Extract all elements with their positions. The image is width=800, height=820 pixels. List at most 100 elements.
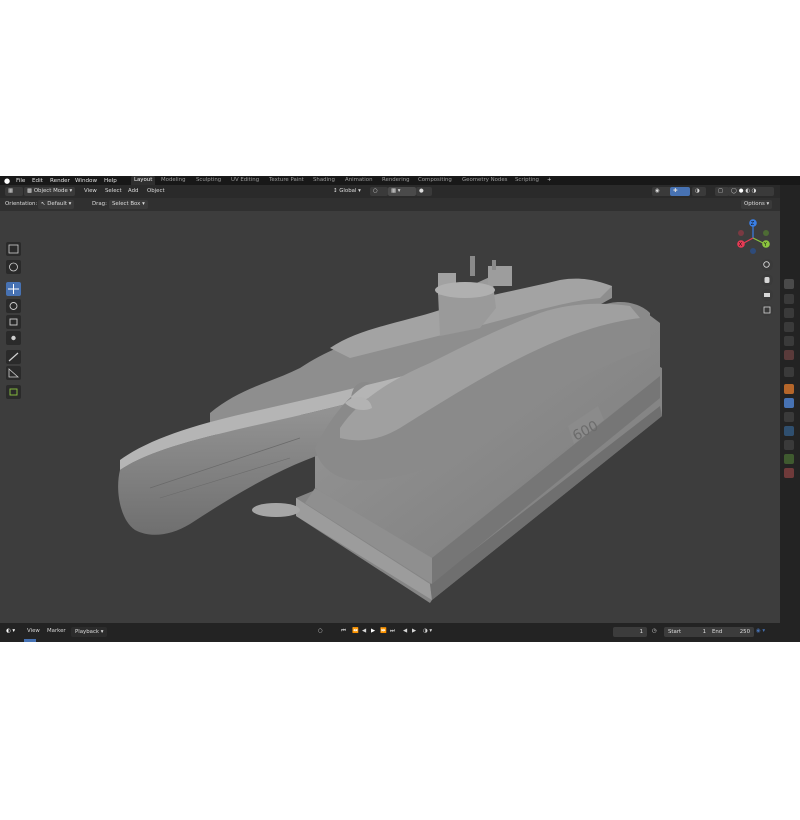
jump-start-icon[interactable]: ⏮ <box>341 627 346 636</box>
tab-compositing[interactable]: Compositing <box>415 176 455 185</box>
rendered-shading-icon[interactable]: ◑ <box>752 188 757 194</box>
collection-tab-icon[interactable] <box>784 367 794 377</box>
keying-set-icon[interactable]: ◑ ▾ <box>423 627 432 636</box>
tab-modeling[interactable]: Modeling <box>158 176 189 185</box>
timeline-header: ◐ ▾ View Marker Playback ▾ ○ ⏮ ⏪ ◀ ▶ ⏩ ⏭… <box>0 623 780 642</box>
playback-dropdown[interactable]: Playback ▾ <box>71 627 108 637</box>
transform-orientation-label: Global <box>339 188 357 194</box>
menu-window[interactable]: Window <box>75 177 97 185</box>
scale-tool[interactable] <box>6 315 21 329</box>
tab-animation[interactable]: Animation <box>342 176 375 185</box>
options-dropdown[interactable]: Options ▾ <box>741 200 773 209</box>
end-frame-field[interactable]: End 250 <box>708 627 754 637</box>
proportional-edit-icon[interactable]: ● <box>416 187 432 196</box>
measure-tool[interactable] <box>6 366 21 380</box>
object-properties-tab-icon[interactable] <box>784 384 794 394</box>
keyframe-next-icon[interactable]: ▶ <box>412 627 416 636</box>
tab-uv-editing[interactable]: UV Editing <box>228 176 262 185</box>
navigation-gizmo[interactable]: Z Y X <box>733 218 773 258</box>
select-menu[interactable]: Select <box>105 187 122 196</box>
jump-next-key-icon[interactable]: ⏩ <box>380 627 387 636</box>
hand-icon <box>764 277 770 283</box>
add-menu[interactable]: Add <box>128 187 138 196</box>
physics-tab-icon[interactable] <box>784 426 794 436</box>
timeline-options-icon[interactable]: ◉ ▾ <box>756 627 765 636</box>
ortho-toggle-button[interactable] <box>761 304 773 316</box>
jump-end-icon[interactable]: ⏭ <box>390 627 395 636</box>
3d-viewport[interactable]: 600 Z Y X <box>0 198 780 623</box>
cursor-tool[interactable] <box>6 260 21 274</box>
marker-menu[interactable]: Marker <box>47 627 66 636</box>
object-mode-icon: ▩ <box>27 188 34 194</box>
options-label: Options <box>744 201 765 207</box>
shading-modes[interactable]: ◯ ● ◐ ◑ <box>728 187 774 196</box>
playhead-marker[interactable] <box>24 639 36 642</box>
tool-properties-tab-icon[interactable] <box>784 279 794 289</box>
modifier-tab-icon[interactable] <box>784 398 794 408</box>
drag-select[interactable]: Select Box ▾ <box>109 200 148 209</box>
play-icon[interactable]: ▶ <box>371 627 375 636</box>
camera-icon <box>764 293 770 297</box>
menu-edit[interactable]: Edit <box>32 177 43 185</box>
zoom-button[interactable] <box>761 259 773 271</box>
keyframe-prev-icon[interactable]: ◀ <box>403 627 407 636</box>
tab-sculpting[interactable]: Sculpting <box>193 176 224 185</box>
jump-prev-key-icon[interactable]: ⏪ <box>352 627 359 636</box>
menu-file[interactable]: File <box>16 177 25 185</box>
play-reverse-icon[interactable]: ◀ <box>362 627 366 636</box>
add-workspace-button[interactable]: + <box>544 176 555 185</box>
constraints-tab-icon[interactable] <box>784 440 794 450</box>
menu-help[interactable]: Help <box>104 177 117 185</box>
add-cube-tool[interactable] <box>6 385 21 399</box>
tab-shading[interactable]: Shading <box>310 176 338 185</box>
timeline-view-menu[interactable]: View <box>27 627 40 636</box>
current-frame-field[interactable]: 1 <box>613 627 647 637</box>
tab-scripting[interactable]: Scripting <box>512 176 542 185</box>
material-shading-icon[interactable]: ◐ <box>745 188 750 194</box>
transform-tool[interactable] <box>6 331 21 345</box>
select-tool[interactable] <box>6 242 21 256</box>
tab-layout[interactable]: Layout <box>131 176 156 185</box>
end-label: End <box>712 629 723 635</box>
orientation-select[interactable]: ↖ Default ▾ <box>38 200 75 209</box>
blender-logo-icon[interactable]: ● <box>4 177 10 185</box>
gizmo-z-label: Z <box>751 221 755 227</box>
solid-shading-icon[interactable]: ● <box>739 188 744 194</box>
tab-texture-paint[interactable]: Texture Paint <box>266 176 307 185</box>
transform-orientation-select[interactable]: ↕ Global ▾ <box>330 187 364 196</box>
render-properties-tab-icon[interactable] <box>784 294 794 304</box>
camera-view-button[interactable] <box>761 289 773 301</box>
mode-select[interactable]: ▩ Object Mode ▾ <box>24 187 76 196</box>
data-tab-icon[interactable] <box>784 454 794 464</box>
start-frame-field[interactable]: Start 1 <box>664 627 710 637</box>
overlay-icon[interactable]: ◑ <box>692 187 706 196</box>
cube-icon <box>9 388 18 396</box>
annotate-tool[interactable] <box>6 350 21 364</box>
editor-type-icon[interactable]: ▦ <box>5 187 23 196</box>
gizmo-toggle-icon[interactable]: ✚ <box>670 187 690 196</box>
visibility-icon[interactable]: ◉ <box>652 187 672 196</box>
wireframe-shading-icon[interactable]: ◯ <box>731 188 737 194</box>
object-menu[interactable]: Object <box>147 187 165 196</box>
view-menu[interactable]: View <box>84 187 97 196</box>
view-layer-tab-icon[interactable] <box>784 322 794 332</box>
preview-range-icon[interactable]: ◷ <box>652 627 657 636</box>
grid-icon <box>763 306 771 314</box>
tab-geometry-nodes[interactable]: Geometry Nodes <box>459 176 510 185</box>
timeline-editor-icon[interactable]: ◐ ▾ <box>6 627 15 636</box>
pan-button[interactable] <box>761 274 773 286</box>
move-tool[interactable] <box>6 282 21 296</box>
output-properties-tab-icon[interactable] <box>784 308 794 318</box>
snap-toggle-icon[interactable]: ▦ ▾ <box>388 187 416 196</box>
particles-tab-icon[interactable] <box>784 412 794 422</box>
menu-render[interactable]: Render <box>50 177 70 185</box>
tab-rendering[interactable]: Rendering <box>379 176 413 185</box>
scene-properties-tab-icon[interactable] <box>784 336 794 346</box>
auto-keying-icon[interactable]: ○ <box>318 627 323 636</box>
material-tab-icon[interactable] <box>784 468 794 478</box>
viewport-scene: 600 <box>118 256 662 603</box>
xray-icon[interactable]: ▢ <box>715 187 729 196</box>
pivot-point-icon[interactable]: ○ <box>370 187 388 196</box>
rotate-tool[interactable] <box>6 299 21 313</box>
world-properties-tab-icon[interactable] <box>784 350 794 360</box>
